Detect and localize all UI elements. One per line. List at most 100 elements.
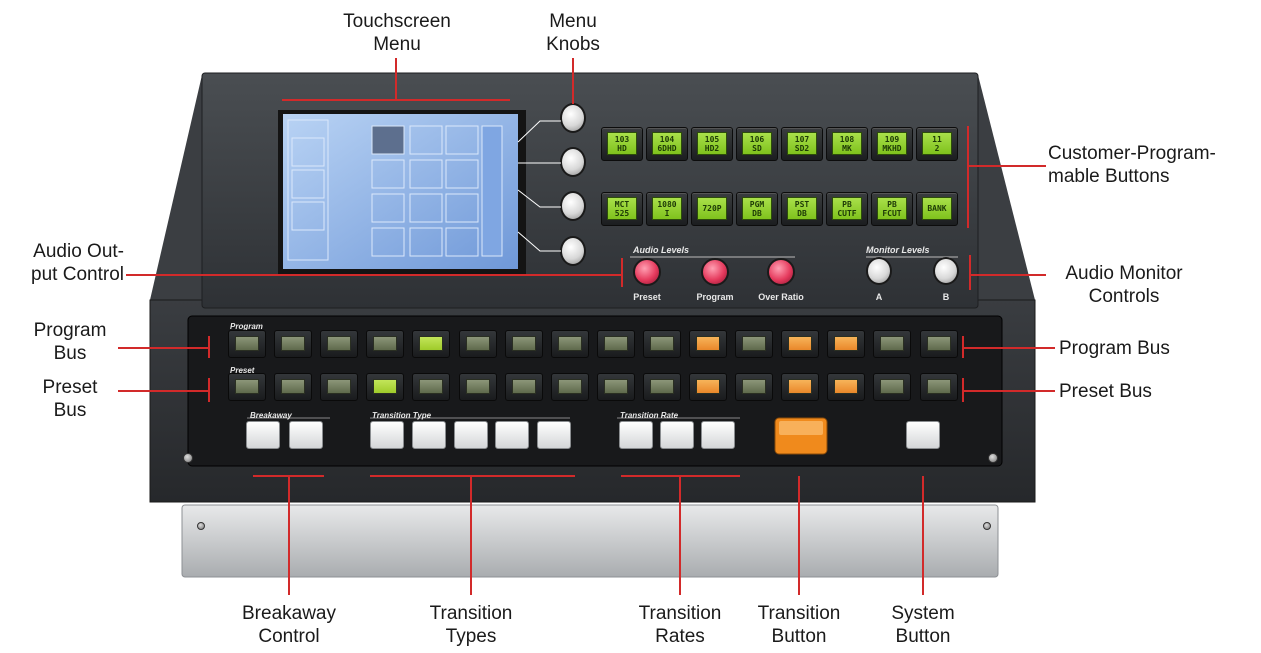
bus-button-display xyxy=(834,336,859,351)
callout-audio-output-control: Audio Out- put Control xyxy=(31,241,124,285)
programmable-button-label: 105 HD2 xyxy=(697,132,727,155)
preset-bus-button[interactable] xyxy=(274,373,313,401)
programmable-button[interactable]: PGM DB xyxy=(736,192,778,226)
transition-type-button[interactable] xyxy=(412,421,446,449)
bus-button-display xyxy=(926,336,951,351)
preset-bus-button[interactable] xyxy=(919,373,958,401)
preset-bus-button[interactable] xyxy=(873,373,912,401)
transition-rate-fast-button[interactable] xyxy=(701,421,735,449)
audio-over-ratio-knob[interactable] xyxy=(767,258,795,286)
programmable-button[interactable]: BANK xyxy=(916,192,958,226)
programmable-button[interactable]: PB CUTF xyxy=(826,192,868,226)
monitor-b-knob[interactable] xyxy=(933,257,959,285)
callout-menu-knobs: Menu Knobs xyxy=(546,11,600,55)
bus-button-display xyxy=(880,336,905,351)
callout-preset-bus-right: Preset Bus xyxy=(1059,381,1152,402)
breakaway-video-button[interactable] xyxy=(246,421,280,449)
menu-knob[interactable] xyxy=(560,236,586,266)
preset-bus-button[interactable] xyxy=(412,373,451,401)
diagram-stage: 103 HD 104 6DHD 105 HD2 106 SD 107 SD2 108 MK… xyxy=(0,0,1261,653)
audio-preset-knob[interactable] xyxy=(633,258,661,286)
program-bus-button[interactable] xyxy=(320,330,359,358)
callout-system-button: System Button xyxy=(891,603,955,647)
preset-bus-button[interactable] xyxy=(781,373,820,401)
preset-bus-button[interactable] xyxy=(366,373,405,401)
screw xyxy=(183,453,193,463)
preset-bus-button[interactable] xyxy=(550,373,589,401)
program-bus-button[interactable] xyxy=(919,330,958,358)
programmable-button[interactable]: 720P xyxy=(691,192,733,226)
programmable-button[interactable]: 107 SD2 xyxy=(781,127,823,161)
monitor-levels-title: Monitor Levels xyxy=(866,245,930,255)
program-bus-button[interactable] xyxy=(735,330,774,358)
preset-bus-button[interactable] xyxy=(827,373,866,401)
programmable-button[interactable]: 103 HD xyxy=(601,127,643,161)
program-bus-button[interactable] xyxy=(504,330,543,358)
bus-button-display xyxy=(557,336,582,351)
menu-knob[interactable] xyxy=(560,147,586,177)
preset-bus-button[interactable] xyxy=(735,373,774,401)
program-bus-button[interactable] xyxy=(458,330,497,358)
preset-bus-button[interactable] xyxy=(320,373,359,401)
callout-breakaway-control: Breakaway Control xyxy=(242,603,336,647)
preset-bus-button[interactable] xyxy=(228,373,266,401)
monitor-knob-label: A xyxy=(875,292,883,302)
bus-button-display xyxy=(649,379,674,394)
bus-button-display xyxy=(511,336,536,351)
bus-button-display xyxy=(788,336,813,351)
audio-program-knob[interactable] xyxy=(701,258,729,286)
program-bus-button[interactable] xyxy=(689,330,727,358)
monitor-knob-label: B xyxy=(942,292,950,302)
callout-customer-programmable-buttons: Customer-Program- mable Buttons xyxy=(1048,143,1216,187)
metal-base xyxy=(181,504,999,578)
programmable-button-label: 104 6DHD xyxy=(652,132,682,155)
program-bus-button[interactable] xyxy=(827,330,866,358)
breakaway-audio-button[interactable] xyxy=(289,421,323,449)
transition-type-button[interactable] xyxy=(454,421,488,449)
transition-type-button[interactable] xyxy=(495,421,529,449)
bus-button-display xyxy=(373,379,398,394)
programmable-button-label: BANK xyxy=(922,197,952,220)
programmable-button[interactable]: 1080 I xyxy=(646,192,688,226)
bus-button-display xyxy=(603,379,628,394)
transition-type-button[interactable] xyxy=(370,421,404,449)
programmable-button[interactable]: 108 MK xyxy=(826,127,868,161)
programmable-button[interactable]: MCT 525 xyxy=(601,192,643,226)
programmable-button[interactable]: 11 2 xyxy=(916,127,958,161)
bus-button-display xyxy=(327,336,352,351)
programmable-button[interactable]: PB FCUT xyxy=(871,192,913,226)
program-bus-button[interactable] xyxy=(642,330,681,358)
program-bus-button[interactable] xyxy=(873,330,912,358)
transition-type-button[interactable] xyxy=(537,421,571,449)
preset-bus-button[interactable] xyxy=(504,373,543,401)
program-bus-button[interactable] xyxy=(550,330,589,358)
menu-knob[interactable] xyxy=(560,103,586,133)
programmable-button-label: PB CUTF xyxy=(832,197,862,220)
programmable-button[interactable]: PST DB xyxy=(781,192,823,226)
bus-button-display xyxy=(834,379,859,394)
programmable-button[interactable]: 105 HD2 xyxy=(691,127,733,161)
menu-knob[interactable] xyxy=(560,191,586,221)
preset-bus-button[interactable] xyxy=(642,373,681,401)
panel-lock-button[interactable] xyxy=(906,421,940,449)
programmable-button[interactable]: 109 MKHD xyxy=(871,127,913,161)
preset-bus-button[interactable] xyxy=(689,373,727,401)
programmable-button[interactable]: 104 6DHD xyxy=(646,127,688,161)
programmable-button-label: PB FCUT xyxy=(877,197,907,220)
transition-rate-med-button[interactable] xyxy=(660,421,694,449)
programmable-button[interactable]: 106 SD xyxy=(736,127,778,161)
preset-bus-button[interactable] xyxy=(458,373,497,401)
program-bus-button[interactable] xyxy=(412,330,451,358)
preset-bus-button[interactable] xyxy=(596,373,635,401)
bus-button-display xyxy=(742,336,767,351)
audio-knob-label: Program xyxy=(696,292,734,302)
breakaway-title: Breakaway xyxy=(250,411,292,420)
program-bus-button[interactable] xyxy=(366,330,405,358)
program-bus-button[interactable] xyxy=(274,330,313,358)
program-bus-button[interactable] xyxy=(596,330,635,358)
transition-type-title: Transition Type xyxy=(372,411,432,420)
program-bus-button[interactable] xyxy=(228,330,266,358)
monitor-a-knob[interactable] xyxy=(866,257,892,285)
program-bus-button[interactable] xyxy=(781,330,820,358)
transition-rate-slow-button[interactable] xyxy=(619,421,653,449)
